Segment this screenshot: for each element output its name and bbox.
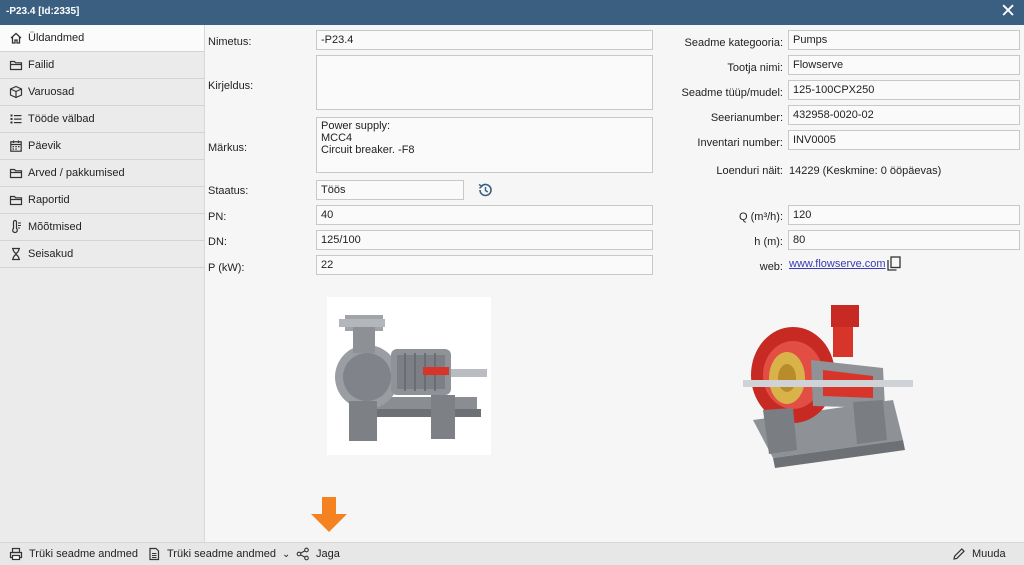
pump-photo	[327, 297, 491, 455]
kategooria-field[interactable]: Pumps	[788, 30, 1020, 50]
sidebar-item-mootmised[interactable]: Mõõtmised	[0, 214, 204, 241]
sidebar-item-label: Üldandmed	[28, 32, 85, 44]
list-icon	[9, 112, 23, 126]
share-button[interactable]: Jaga	[296, 547, 340, 561]
thermometer-icon	[9, 220, 23, 234]
bottom-toolbar: Trüki seadme andmed Trüki seadme andmed …	[0, 542, 1024, 565]
print-device-dropdown-label: Trüki seadme andmed	[167, 548, 277, 560]
history-icon[interactable]	[476, 181, 494, 199]
kirjeldus-field[interactable]	[316, 55, 653, 110]
markus-line: Power supply:	[321, 120, 391, 132]
markus-line: Circuit breaker. -F8	[321, 144, 415, 156]
sidebar-item-paevik[interactable]: Päevik	[0, 133, 204, 160]
tootja-field[interactable]: Flowserve	[788, 55, 1020, 75]
sidebar-item-label: Mõõtmised	[28, 221, 82, 233]
print-device-button[interactable]: Trüki seadme andmed	[9, 547, 138, 561]
chevron-down-icon: ⌄	[282, 548, 291, 560]
title-bar: -P23.4 [Id:2335] ✕	[0, 0, 1024, 25]
kirjeldus-label: Kirjeldus:	[208, 80, 254, 92]
nimetus-field[interactable]: -P23.4	[316, 30, 653, 50]
sidebar-item-uldandmed[interactable]: Üldandmed	[0, 25, 204, 52]
home-icon	[9, 31, 23, 45]
web-link[interactable]: www.flowserve.com	[789, 258, 886, 270]
pencil-icon	[953, 548, 965, 560]
web-label: web:	[759, 261, 783, 273]
folder-icon	[9, 193, 23, 207]
box-icon	[9, 85, 23, 99]
sidebar-item-raportid[interactable]: Raportid	[0, 187, 204, 214]
edit-button[interactable]: Muuda	[952, 547, 1006, 561]
close-icon[interactable]: ✕	[1000, 2, 1016, 22]
folder-icon	[9, 166, 23, 180]
tuup-label: Seadme tüüp/mudel:	[681, 87, 783, 99]
inventar-field[interactable]: INV0005	[788, 130, 1020, 150]
inventar-label: Inventari number:	[697, 137, 783, 149]
sidebar-item-toode-valbad[interactable]: Tööde välbad	[0, 106, 204, 133]
pump-cutaway-image	[723, 290, 913, 476]
markus-line: MCC4	[321, 132, 353, 144]
sidebar-item-varuosad[interactable]: Varuosad	[0, 79, 204, 106]
nimetus-label: Nimetus:	[208, 36, 252, 48]
markus-field[interactable]: Power supply: MCC4 Circuit breaker. -F8	[316, 117, 653, 173]
printer-icon	[9, 547, 23, 561]
markus-label: Märkus:	[208, 142, 248, 154]
sidebar-item-label: Failid	[28, 59, 55, 71]
sidebar-item-failid[interactable]: Failid	[0, 52, 204, 79]
h-field[interactable]: 80	[788, 230, 1020, 250]
power-label: P (kW):	[208, 262, 245, 274]
q-field[interactable]: 120	[788, 205, 1020, 225]
staatus-label: Staatus:	[208, 185, 249, 197]
sidebar-item-label: Arved / pakkumised	[28, 167, 125, 179]
sidebar-item-label: Seisakud	[28, 248, 74, 260]
dn-label: DN:	[208, 236, 227, 248]
tuup-field[interactable]: 125-100CPX250	[788, 80, 1020, 100]
seeria-field[interactable]: 432958-0020-02	[788, 105, 1020, 125]
sidebar-item-seisakud[interactable]: Seisakud	[0, 241, 204, 268]
pn-label: PN:	[208, 211, 227, 223]
power-field[interactable]: 22	[316, 255, 653, 275]
main-content: Nimetus: -P23.4 Kirjeldus: Märkus: Power…	[205, 25, 1024, 542]
edit-label: Muuda	[972, 548, 1006, 560]
tootja-label: Tootja nimi:	[727, 62, 783, 74]
q-label: Q (m³/h):	[739, 211, 783, 223]
sidebar-item-label: Varuosad	[28, 86, 75, 98]
print-device-label: Trüki seadme andmed	[29, 548, 139, 560]
pn-field[interactable]: 40	[316, 205, 653, 225]
sidebar-item-label: Raportid	[28, 194, 70, 206]
print-device-dropdown[interactable]: Trüki seadme andmed ⌄	[147, 547, 290, 561]
dn-field[interactable]: 125/100	[316, 230, 653, 250]
sidebar: Üldandmed Failid Varuosad Tööde välbad P…	[0, 25, 205, 542]
sidebar-item-label: Tööde välbad	[28, 113, 95, 125]
copy-icon[interactable]	[887, 256, 901, 271]
seeria-label: Seerianumber:	[710, 112, 783, 124]
share-icon	[296, 547, 309, 561]
loendur-label: Loenduri näit:	[716, 165, 783, 177]
sidebar-item-label: Päevik	[28, 140, 62, 152]
folder-icon	[9, 58, 23, 72]
sidebar-item-arved[interactable]: Arved / pakkumised	[0, 160, 204, 187]
hourglass-icon	[9, 247, 23, 261]
window-title: -P23.4 [Id:2335]	[6, 6, 80, 17]
loendur-value: 14229 (Keskmine: 0 ööpäevas)	[789, 165, 942, 177]
kategooria-label: Seadme kategooria:	[684, 37, 783, 49]
calendar-icon	[9, 139, 23, 153]
document-icon	[149, 547, 160, 561]
highlight-arrow-icon	[311, 497, 347, 532]
staatus-field[interactable]: Töös	[316, 180, 464, 200]
share-label: Jaga	[316, 548, 340, 560]
h-label: h (m):	[754, 236, 783, 248]
